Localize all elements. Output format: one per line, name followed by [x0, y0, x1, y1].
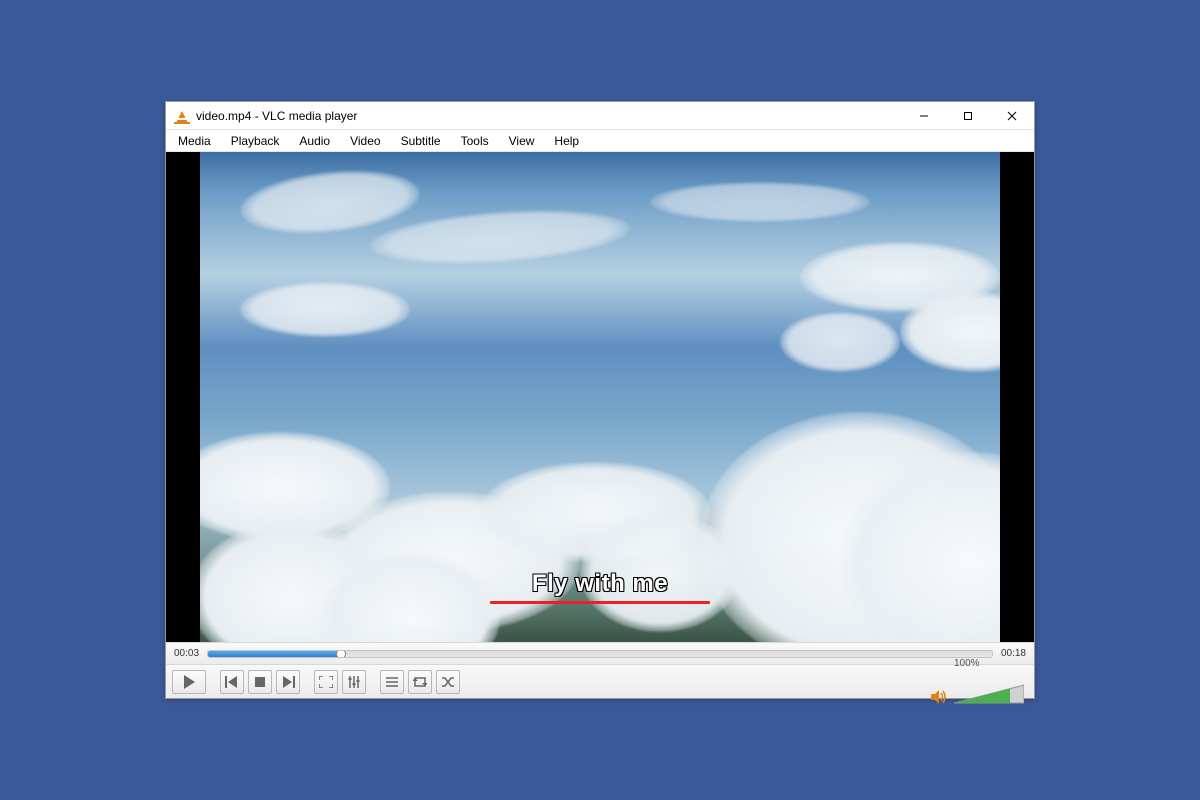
extended-settings-button[interactable]	[342, 670, 366, 694]
previous-icon	[225, 676, 239, 688]
time-elapsed[interactable]: 00:03	[174, 648, 199, 659]
next-button[interactable]	[276, 670, 300, 694]
shuffle-icon	[441, 676, 455, 688]
close-icon	[1007, 111, 1017, 121]
shuffle-button[interactable]	[436, 670, 460, 694]
loop-icon	[413, 676, 427, 688]
titlebar: video.mp4 - VLC media player	[166, 102, 1034, 130]
speaker-icon[interactable]	[930, 689, 948, 705]
volume-slider[interactable]	[954, 683, 1024, 705]
video-frame: Fly with me	[200, 152, 1000, 642]
stop-icon	[254, 676, 266, 688]
fullscreen-icon	[319, 676, 333, 688]
maximize-button[interactable]	[946, 102, 990, 129]
previous-button[interactable]	[220, 670, 244, 694]
window-title: video.mp4 - VLC media player	[196, 109, 357, 123]
menu-subtitle[interactable]: Subtitle	[393, 132, 453, 150]
loop-button[interactable]	[408, 670, 432, 694]
menu-playback[interactable]: Playback	[223, 132, 292, 150]
video-area[interactable]: Fly with me	[166, 152, 1034, 642]
menu-audio[interactable]: Audio	[291, 132, 342, 150]
extended-settings-icon	[347, 676, 361, 688]
fullscreen-button[interactable]	[314, 670, 338, 694]
volume-control: 100%	[930, 658, 1024, 705]
next-icon	[281, 676, 295, 688]
minimize-button[interactable]	[902, 102, 946, 129]
seek-bar[interactable]	[207, 650, 993, 658]
menu-tools[interactable]: Tools	[453, 132, 501, 150]
window-controls	[902, 102, 1034, 129]
playlist-icon	[385, 676, 399, 688]
menu-video[interactable]: Video	[342, 132, 392, 150]
vlc-window: video.mp4 - VLC media player Media Playb…	[165, 101, 1035, 699]
seek-fill	[208, 651, 341, 657]
close-button[interactable]	[990, 102, 1034, 129]
vlc-cone-icon	[174, 108, 190, 124]
seek-row: 00:03 00:18	[166, 642, 1034, 664]
controls-toolbar: 100%	[166, 664, 1034, 698]
menu-view[interactable]: View	[501, 132, 547, 150]
minimize-icon	[919, 111, 929, 121]
play-icon	[183, 675, 195, 689]
stop-button[interactable]	[248, 670, 272, 694]
menu-media[interactable]: Media	[170, 132, 223, 150]
volume-label: 100%	[954, 658, 1024, 669]
seek-thumb[interactable]	[336, 650, 346, 658]
menubar: Media Playback Audio Video Subtitle Tool…	[166, 130, 1034, 152]
menu-help[interactable]: Help	[546, 132, 591, 150]
playlist-button[interactable]	[380, 670, 404, 694]
maximize-icon	[963, 111, 973, 121]
play-button[interactable]	[172, 670, 206, 694]
